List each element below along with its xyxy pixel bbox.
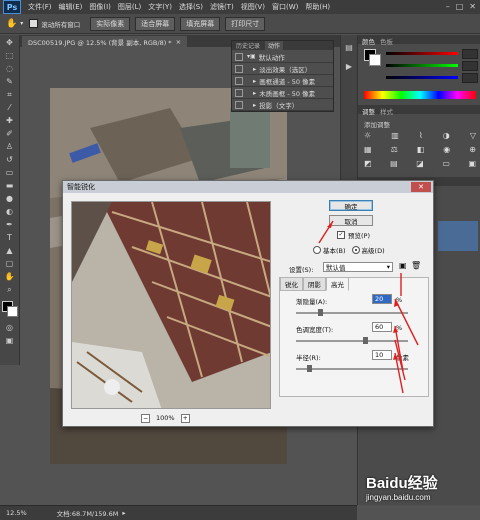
watermark-url: jingyan.baidu.com [366,493,431,502]
baidu-watermark: Baidu经验 jingyan.baidu.com [366,472,476,512]
annotation-arrow [394,339,406,381]
watermark-brand: Baidu经验 [366,475,438,492]
canvas-annotation-arrows [394,339,406,381]
